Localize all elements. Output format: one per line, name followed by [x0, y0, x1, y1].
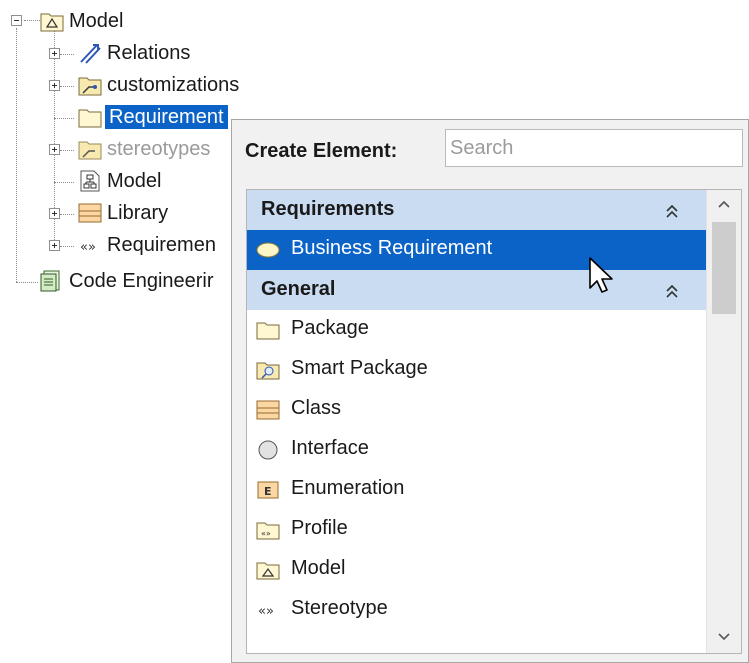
- list-item-label: Profile: [291, 517, 348, 539]
- stereotype-guillemets-icon: «»: [78, 234, 102, 256]
- expand-toggle[interactable]: [49, 144, 60, 155]
- group-header-label: Requirements: [261, 198, 395, 220]
- list-item-smart-package[interactable]: Smart Package: [247, 350, 707, 390]
- popup-title: Create Element:: [245, 140, 398, 162]
- model-package-icon: [40, 10, 64, 32]
- interface-circle-icon: [256, 440, 280, 460]
- mouse-pointer-icon: [589, 257, 613, 293]
- expand-toggle[interactable]: [49, 240, 60, 251]
- tree-node-label: Requiremen: [107, 234, 216, 256]
- element-list-content: Requirements Business Requirement Genera…: [247, 190, 707, 630]
- list-item-profile[interactable]: «» Profile: [247, 510, 707, 550]
- stereotype-package-icon: [78, 138, 102, 160]
- stereotype-guillemets-icon: «»: [256, 600, 280, 620]
- tree-node-label: customizations: [107, 74, 240, 96]
- list-item-class[interactable]: Class: [247, 390, 707, 430]
- tree-connector: [60, 246, 74, 247]
- tree-node-label: Code Engineerir: [69, 270, 214, 292]
- class-icon: [78, 202, 102, 224]
- list-item-package[interactable]: Package: [247, 310, 707, 350]
- scroll-down-button[interactable]: [707, 623, 741, 653]
- tree-connector: [16, 28, 17, 282]
- tree-node-label: stereotypes: [107, 138, 211, 160]
- tree-connector: [16, 282, 38, 283]
- list-item-label: Smart Package: [291, 357, 428, 379]
- tree-connector: [54, 182, 74, 183]
- model-package-icon: [256, 560, 280, 580]
- svg-text:E: E: [264, 485, 272, 498]
- list-item-label: Business Requirement: [291, 237, 493, 259]
- class-icon: [256, 400, 280, 420]
- element-list: Requirements Business Requirement Genera…: [246, 189, 742, 654]
- list-item-interface[interactable]: Interface: [247, 430, 707, 470]
- tree-node-label: Library: [107, 202, 169, 224]
- diagram-icon: [78, 170, 102, 192]
- tree-connector: [60, 86, 74, 87]
- chevron-down-icon: [718, 633, 730, 641]
- package-folder-icon: [256, 320, 280, 340]
- double-chevron-up-icon[interactable]: [665, 282, 679, 298]
- create-element-popup: Create Element: Requirements Business Re…: [231, 119, 749, 663]
- profile-package-icon: «»: [256, 520, 280, 540]
- package-folder-icon: [78, 106, 102, 128]
- list-item-label: Model: [291, 557, 346, 579]
- scrollbar-thumb[interactable]: [712, 222, 736, 314]
- group-header-general[interactable]: General: [247, 270, 707, 310]
- scroll-up-button[interactable]: [707, 190, 741, 220]
- smart-package-icon: [256, 360, 280, 380]
- svg-text:«»: «»: [258, 604, 274, 619]
- tree-node-label: Relations: [107, 42, 191, 64]
- tree-node-label: Model: [107, 170, 162, 192]
- expand-toggle[interactable]: [49, 208, 60, 219]
- tree-connector: [60, 214, 74, 215]
- requirement-oval-icon: [256, 240, 280, 260]
- tree-connector: [60, 54, 74, 55]
- group-header-label: General: [261, 278, 336, 300]
- list-item-business-requirement[interactable]: Business Requirement: [247, 230, 707, 270]
- customization-package-icon: [78, 74, 102, 96]
- list-item-label: Package: [291, 317, 369, 339]
- search-input[interactable]: [445, 129, 743, 167]
- tree-node-label: Requirement: [105, 105, 228, 129]
- svg-text:«»: «»: [80, 240, 96, 255]
- enumeration-icon: E: [256, 480, 280, 500]
- collapse-toggle[interactable]: [11, 15, 22, 26]
- tree-connector: [60, 150, 74, 151]
- svg-text:«»: «»: [261, 529, 271, 538]
- expand-toggle[interactable]: [49, 48, 60, 59]
- vertical-scrollbar[interactable]: [706, 190, 741, 653]
- list-item-label: Class: [291, 397, 342, 419]
- list-item-label: Enumeration: [291, 477, 405, 499]
- double-chevron-up-icon[interactable]: [665, 202, 679, 218]
- tree-node-label: Model: [69, 10, 124, 32]
- group-header-requirements[interactable]: Requirements: [247, 190, 707, 230]
- code-engineering-icon: [40, 270, 64, 292]
- model-tree: Model Relations customizations Requireme…: [0, 0, 260, 300]
- chevron-up-icon: [718, 200, 730, 208]
- list-item-model[interactable]: Model: [247, 550, 707, 590]
- list-item-label: Interface: [291, 437, 369, 459]
- list-item-stereotype[interactable]: «» Stereotype: [247, 590, 707, 630]
- list-item-enumeration[interactable]: E Enumeration: [247, 470, 707, 510]
- expand-toggle[interactable]: [49, 80, 60, 91]
- list-item-label: Stereotype: [291, 597, 388, 619]
- tree-connector: [24, 20, 40, 21]
- relations-icon: [78, 42, 102, 64]
- tree-connector: [54, 118, 74, 119]
